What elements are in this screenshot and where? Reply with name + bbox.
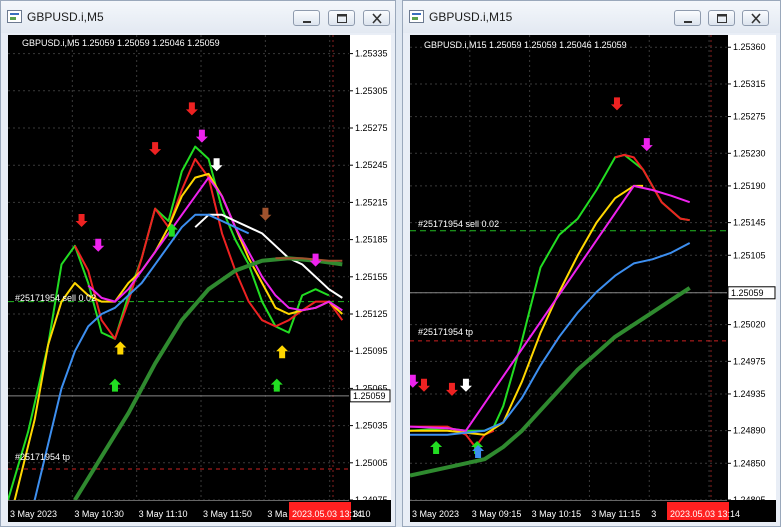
time-tick-label: 3 May 11:10 [139, 509, 188, 519]
buy-arrow-icon [472, 445, 485, 459]
price-tick-label: 1.24890 [733, 426, 766, 436]
maximize-button[interactable] [328, 10, 355, 26]
chart-canvas: 1.25335 1.25305 1.25275 1.25245 1.25215 1.251… [8, 35, 391, 522]
time-tick-label: 3 May 2023 [10, 509, 57, 519]
ma-series-line [410, 286, 691, 478]
sell-arrow-icon [259, 207, 272, 221]
ma-series-line [410, 242, 691, 436]
sell-arrow-icon [417, 378, 430, 392]
current-time-label: 2023.05.03 13:14 [670, 509, 740, 519]
minimize-icon [303, 21, 311, 23]
order-label: #25171954 sell 0.02 [15, 293, 96, 303]
price-tick-label: 1.25105 [733, 250, 766, 260]
time-tick-label: 3 May 10:30 [74, 509, 124, 519]
sell-arrow-icon [185, 102, 198, 116]
tp-label: #25171954 tp [418, 327, 473, 337]
bid-price-label: 1.25059 [731, 288, 764, 298]
chart-layer: 1.25360 1.25315 1.25275 1.25230 1.25190 1.251… [410, 35, 776, 522]
minimize-icon [684, 21, 692, 23]
buy-arrow-icon [276, 345, 289, 359]
chart-window-icon [409, 10, 424, 23]
order-label: #25171954 sell 0.02 [418, 219, 499, 229]
chart-header: GBPUSD.i,M5 1.25059 1.25059 1.25046 1.25… [22, 38, 220, 48]
maximize-icon [717, 14, 727, 23]
price-tick-label: 1.25125 [355, 309, 388, 319]
sell-arrow-icon [195, 129, 208, 143]
window-title: GBPUSD.i,M15 [429, 10, 513, 24]
window-title: GBPUSD.i,M5 [27, 10, 104, 24]
time-tick-label: 3 May 11:15 [591, 509, 640, 519]
close-button[interactable] [742, 10, 769, 26]
close-icon [751, 13, 761, 24]
price-tick-label: 1.25335 [355, 49, 388, 59]
price-tick-label: 1.25155 [355, 272, 388, 282]
price-tick-label: 1.24935 [733, 389, 766, 399]
chart-header: GBPUSD.i,M15 1.25059 1.25059 1.25046 1.2… [424, 40, 627, 50]
current-time-label: 2023.05.03 13:14 [292, 509, 362, 519]
price-tick-label: 1.25315 [733, 79, 766, 89]
sell-arrow-icon [92, 238, 105, 252]
maximize-icon [337, 14, 347, 23]
buy-arrow-icon [270, 378, 283, 392]
sell-arrow-icon [610, 97, 623, 111]
price-tick-label: 1.24975 [733, 356, 766, 366]
buy-arrow-icon [114, 341, 127, 355]
price-tick-label: 1.25360 [733, 42, 766, 52]
chart-canvas: 1.25360 1.25315 1.25275 1.25230 1.25190 1.251… [410, 35, 776, 522]
chart-window-m15[interactable]: GBPUSD.i,M15 1.25360 1.25315 1.25275 1.2523… [402, 0, 781, 527]
time-tick-label: 3 Ma [267, 509, 287, 519]
price-tick-label: 1.25230 [733, 148, 766, 158]
price-tick-label: 1.25005 [355, 458, 388, 468]
window-titlebar[interactable]: GBPUSD.i,M15 [403, 1, 780, 33]
time-tick-label: 3 May 09:15 [472, 509, 522, 519]
chart-window-m5[interactable]: GBPUSD.i,M5 1.25335 1.25305 1.25275 1.25245… [0, 0, 396, 527]
chart-window-icon [7, 10, 22, 23]
sell-arrow-icon [210, 158, 223, 172]
time-tick-label: 3 May 11:50 [203, 509, 252, 519]
price-chart[interactable]: 1.25335 1.25305 1.25275 1.25245 1.25215 1.251… [8, 35, 391, 522]
ma-series-line [74, 158, 344, 340]
close-button[interactable] [363, 10, 390, 26]
time-tick-label: 3:10 [353, 509, 371, 519]
sell-arrow-icon [410, 374, 419, 388]
time-tick-label: 3 May 10:15 [532, 509, 582, 519]
price-tick-label: 1.25185 [355, 235, 388, 245]
maximize-button[interactable] [708, 10, 735, 26]
price-tick-label: 1.25275 [355, 123, 388, 133]
ma-series-line [614, 153, 690, 222]
price-tick-label: 1.25190 [733, 181, 766, 191]
buy-arrow-icon [430, 440, 443, 454]
sell-arrow-icon [75, 214, 88, 227]
price-tick-label: 1.25245 [355, 160, 388, 170]
buy-arrow-icon [108, 378, 121, 392]
price-tick-label: 1.25095 [355, 346, 388, 356]
price-tick-label: 1.25035 [355, 421, 388, 431]
tp-label: #25171954 tp [15, 452, 70, 462]
ma-series-line [87, 176, 343, 312]
window-titlebar[interactable]: GBPUSD.i,M5 [1, 1, 395, 33]
price-tick-label: 1.25275 [733, 112, 766, 122]
price-tick-label: 1.25020 [733, 320, 766, 330]
sell-arrow-icon [640, 138, 653, 152]
bid-price-label: 1.25059 [353, 391, 386, 401]
minimize-button[interactable] [293, 10, 320, 26]
time-tick-label: 3 [651, 509, 656, 519]
chart-layer: 1.25335 1.25305 1.25275 1.25245 1.25215 1.251… [8, 35, 391, 522]
price-tick-label: 1.25305 [355, 86, 388, 96]
price-chart[interactable]: 1.25360 1.25315 1.25275 1.25230 1.25190 1.251… [410, 35, 776, 522]
time-tick-label: 3 May 2023 [412, 509, 459, 519]
sell-arrow-icon [149, 142, 162, 156]
minimize-button[interactable] [674, 10, 701, 26]
price-tick-label: 1.25215 [355, 197, 388, 207]
price-axis-panel [727, 35, 776, 522]
price-tick-label: 1.25145 [733, 218, 766, 228]
price-tick-label: 1.24850 [733, 458, 766, 468]
close-icon [372, 13, 382, 24]
